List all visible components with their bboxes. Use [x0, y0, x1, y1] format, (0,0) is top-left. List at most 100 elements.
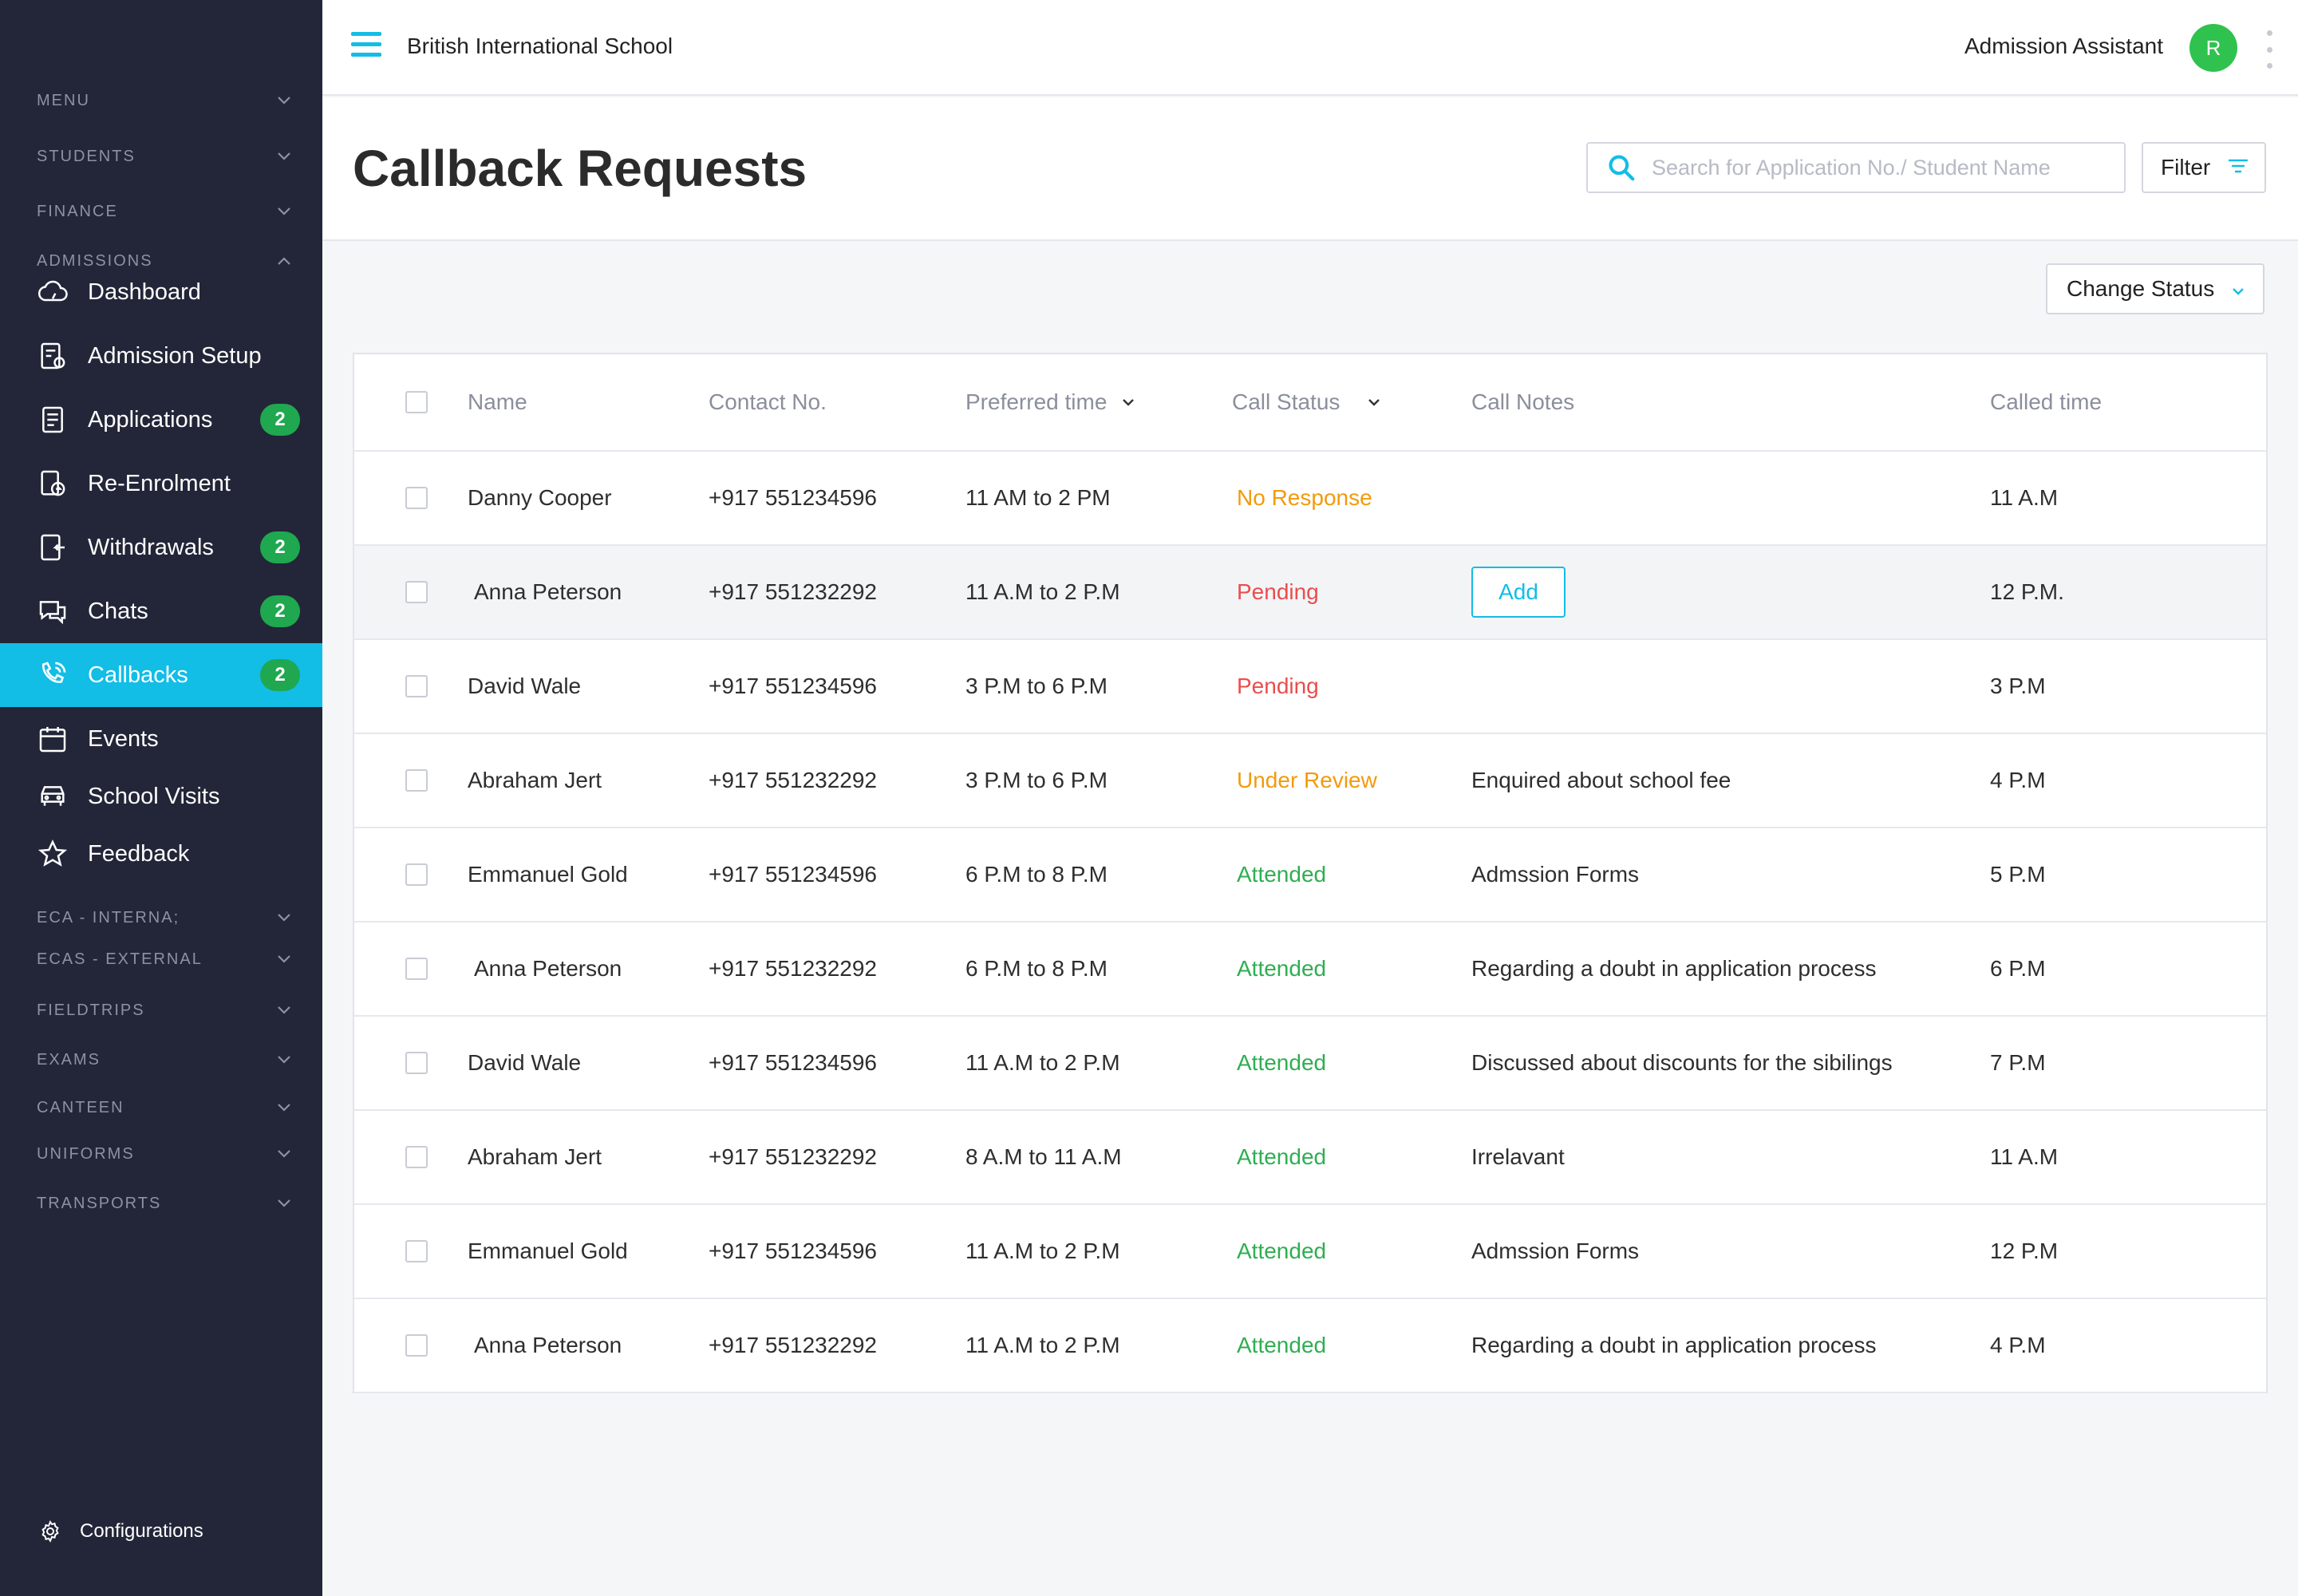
- chevron-down-icon: [268, 1187, 300, 1219]
- table-row: Abraham Jert +917 551232292 3 P.M to 6 P.M…: [354, 734, 2266, 828]
- count-badge: 2: [260, 595, 300, 627]
- row-checkbox[interactable]: [405, 1146, 428, 1168]
- sidebar-item-label: Callbacks: [88, 662, 188, 688]
- called-time-cell: 4 P.M: [1990, 768, 2046, 792]
- name-cell: Abraham Jert: [468, 1144, 602, 1169]
- sidebar-section-exams[interactable]: EXAMS: [37, 1044, 300, 1076]
- sidebar-section-finance[interactable]: FINANCE: [37, 196, 300, 227]
- sort-caret-icon: [1367, 397, 1381, 407]
- call-notes-cell: Regarding a doubt in application process: [1471, 956, 1877, 981]
- contact-cell: +917 551234596: [709, 862, 877, 887]
- school-name: British International School: [407, 34, 673, 58]
- feedback-icon: [35, 836, 70, 871]
- sidebar-section-canteen[interactable]: CANTEEN: [37, 1092, 300, 1124]
- filter-icon: [2228, 155, 2249, 180]
- contact-cell: +917 551234596: [709, 1238, 877, 1263]
- chevron-down-icon: [268, 1092, 300, 1124]
- select-all-checkbox[interactable]: [405, 391, 428, 413]
- events-icon: [35, 721, 70, 757]
- sidebar-section-label: EXAMS: [37, 1050, 101, 1069]
- call-notes-cell: Regarding a doubt in application process: [1471, 1333, 1877, 1357]
- col-preferred-time[interactable]: Preferred time: [965, 389, 1135, 415]
- filter-button[interactable]: Filter: [2142, 142, 2266, 193]
- sidebar-item-events[interactable]: Events: [0, 707, 322, 771]
- hamburger-menu-icon[interactable]: [351, 32, 385, 64]
- call-status-cell: Pending: [1237, 579, 1319, 604]
- table-row: Anna Peterson +917 551232292 11 A.M to 2 P…: [354, 1299, 2266, 1393]
- sidebar-item-feedback[interactable]: Feedback: [0, 822, 322, 886]
- sidebar-section-students[interactable]: STUDENTS: [37, 140, 300, 172]
- search-input[interactable]: [1652, 155, 2099, 180]
- row-checkbox[interactable]: [405, 675, 428, 697]
- col-call-status[interactable]: Call Status: [1232, 389, 1381, 415]
- sidebar-item-re-enrolment[interactable]: Re-Enrolment: [0, 452, 322, 516]
- chats-icon: [35, 594, 70, 629]
- row-checkbox[interactable]: [405, 487, 428, 509]
- col-call-status-label: Call Status: [1232, 389, 1340, 414]
- call-status-cell: Attended: [1237, 1333, 1327, 1357]
- preferred-time-cell: 3 P.M to 6 P.M: [965, 768, 1108, 792]
- row-checkbox[interactable]: [405, 958, 428, 980]
- sidebar-item-withdrawals[interactable]: Withdrawals 2: [0, 516, 322, 579]
- table-row: David Wale +917 551234596 3 P.M to 6 P.M Pe…: [354, 640, 2266, 734]
- row-checkbox[interactable]: [405, 863, 428, 886]
- called-time-cell: 11 A.M: [1990, 485, 2059, 510]
- contact-cell: +917 551232292: [709, 579, 877, 604]
- call-status-cell: Attended: [1237, 956, 1327, 981]
- preferred-time-cell: 6 P.M to 8 P.M: [965, 956, 1108, 981]
- sidebar-item-admission-setup[interactable]: Admission Setup: [0, 324, 322, 388]
- sidebar-item-applications[interactable]: Applications 2: [0, 388, 322, 452]
- sidebar-section-ecas-external[interactable]: ECAS - EXTERNAL: [37, 943, 300, 975]
- sidebar-item-callbacks[interactable]: Callbacks 2: [0, 643, 322, 707]
- call-notes-cell: Admssion Forms: [1471, 1238, 1640, 1263]
- user-role: Admission Assistant: [1964, 34, 2163, 58]
- chevron-down-icon: [268, 902, 300, 934]
- sidebar-item-label: Feedback: [88, 840, 190, 867]
- preferred-time-cell: 11 A.M to 2 P.M: [965, 579, 1120, 604]
- sidebar-item-dashboard[interactable]: Dashboard: [0, 260, 322, 324]
- change-status-dropdown[interactable]: Change Status: [2046, 263, 2264, 314]
- sidebar-item-chats[interactable]: Chats 2: [0, 579, 322, 643]
- re-enrolment-icon: [35, 466, 70, 501]
- row-checkbox[interactable]: [405, 1052, 428, 1074]
- configurations-link[interactable]: Configurations: [37, 1518, 203, 1545]
- more-options-icon[interactable]: [2263, 30, 2276, 69]
- sidebar-section-menu[interactable]: MENU: [37, 85, 300, 117]
- gear-icon: [37, 1518, 64, 1545]
- sort-caret-icon: [1121, 397, 1135, 407]
- call-status-cell: Under Review: [1237, 768, 1377, 792]
- sidebar-item-label: Applications: [88, 406, 213, 433]
- page-title: Callback Requests: [353, 140, 807, 197]
- table-row: Emmanuel Gold +917 551234596 6 P.M to 8 P.…: [354, 828, 2266, 922]
- row-checkbox[interactable]: [405, 581, 428, 603]
- call-status-cell: Attended: [1237, 862, 1327, 887]
- call-status-cell: Attended: [1237, 1144, 1327, 1169]
- col-contact: Contact No.: [709, 389, 827, 414]
- count-badge: 2: [260, 404, 300, 436]
- sidebar-section-uniforms[interactable]: UNIFORMS: [37, 1138, 300, 1170]
- sidebar-section-transports[interactable]: TRANSPORTS: [37, 1187, 300, 1219]
- avatar[interactable]: R: [2189, 24, 2237, 72]
- row-checkbox[interactable]: [405, 1240, 428, 1262]
- preferred-time-cell: 11 A.M to 2 P.M: [965, 1050, 1120, 1075]
- contact-cell: +917 551232292: [709, 1333, 877, 1357]
- dashboard-icon: [35, 275, 70, 310]
- filter-label: Filter: [2161, 155, 2211, 180]
- search-box: [1586, 142, 2126, 193]
- preferred-time-cell: 6 P.M to 8 P.M: [965, 862, 1108, 887]
- sidebar-section-eca-interna[interactable]: ECA - INTERNA;: [37, 902, 300, 934]
- name-cell: David Wale: [468, 674, 582, 698]
- row-checkbox[interactable]: [405, 769, 428, 792]
- sidebar-item-label: Chats: [88, 598, 148, 624]
- table-row: Abraham Jert +917 551232292 8 A.M to 11 A.…: [354, 1111, 2266, 1205]
- sidebar-item-label: School Visits: [88, 783, 220, 809]
- sidebar-section-label: TRANSPORTS: [37, 1194, 162, 1212]
- add-note-button[interactable]: Add: [1471, 567, 1566, 618]
- sidebar-section-fieldtrips[interactable]: FIELDTRIPS: [37, 994, 300, 1026]
- name-cell: Anna Peterson: [474, 956, 622, 981]
- call-notes-cell: Enquired about school fee: [1471, 768, 1731, 792]
- preferred-time-cell: 3 P.M to 6 P.M: [965, 674, 1108, 698]
- row-checkbox[interactable]: [405, 1334, 428, 1357]
- sidebar-item-school-visits[interactable]: School Visits: [0, 764, 322, 828]
- table-header: Name Contact No. Preferred time Call Sta…: [354, 354, 2266, 452]
